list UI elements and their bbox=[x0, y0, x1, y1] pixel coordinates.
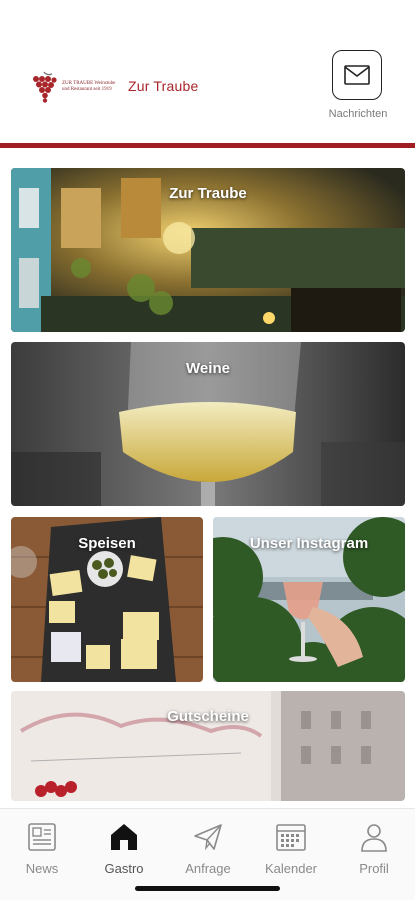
tile-speisen[interactable]: Speisen bbox=[11, 517, 203, 682]
tile-gutscheine-label: Gutscheine bbox=[167, 708, 249, 725]
tile-instagram[interactable]: Unser Instagram bbox=[213, 517, 405, 682]
nav-gastro-label: Gastro bbox=[104, 861, 144, 876]
home-icon bbox=[111, 824, 137, 850]
user-icon bbox=[361, 824, 387, 852]
header-divider bbox=[0, 143, 415, 148]
calendar-icon bbox=[276, 824, 306, 851]
nav-news[interactable]: News bbox=[7, 821, 77, 876]
tile-instagram-label: Unser Instagram bbox=[249, 535, 369, 552]
paper-plane-icon bbox=[194, 824, 222, 851]
nav-anfrage-label: Anfrage bbox=[185, 861, 231, 876]
nav-kalender[interactable]: Kalender bbox=[256, 821, 326, 876]
nav-profil[interactable]: Profil bbox=[339, 821, 409, 876]
logo-title: Zur Traube bbox=[128, 78, 199, 94]
tile-zur-traube[interactable]: Zur Traube bbox=[11, 168, 405, 332]
nav-anfrage[interactable]: Anfrage bbox=[173, 821, 243, 876]
tile-gutscheine[interactable]: Gutscheine bbox=[11, 691, 405, 801]
nav-profil-label: Profil bbox=[359, 861, 389, 876]
messages-button[interactable] bbox=[332, 50, 382, 100]
newspaper-icon bbox=[28, 823, 56, 851]
app-screen: ZUR TRAUBE Weinstube und Restaurant seit… bbox=[0, 0, 415, 900]
home-indicator bbox=[135, 886, 280, 891]
logo: ZUR TRAUBE Weinstube und Restaurant seit… bbox=[30, 70, 122, 104]
tile-weine[interactable]: Weine bbox=[11, 342, 405, 506]
messages-label[interactable]: Nachrichten bbox=[318, 108, 398, 120]
logo-subtitle: ZUR TRAUBE Weinstube und Restaurant seit… bbox=[62, 81, 116, 92]
tile-zur-traube-label: Zur Traube bbox=[169, 185, 247, 202]
grapes-logo-icon bbox=[33, 71, 57, 103]
nav-news-label: News bbox=[25, 861, 59, 876]
envelope-icon bbox=[344, 65, 370, 85]
tile-speisen-label: Speisen bbox=[78, 535, 136, 552]
tile-weine-label: Weine bbox=[186, 360, 230, 377]
nav-gastro[interactable]: Gastro bbox=[89, 821, 159, 876]
nav-kalender-label: Kalender bbox=[264, 861, 318, 876]
header: ZUR TRAUBE Weinstube und Restaurant seit… bbox=[0, 0, 415, 143]
